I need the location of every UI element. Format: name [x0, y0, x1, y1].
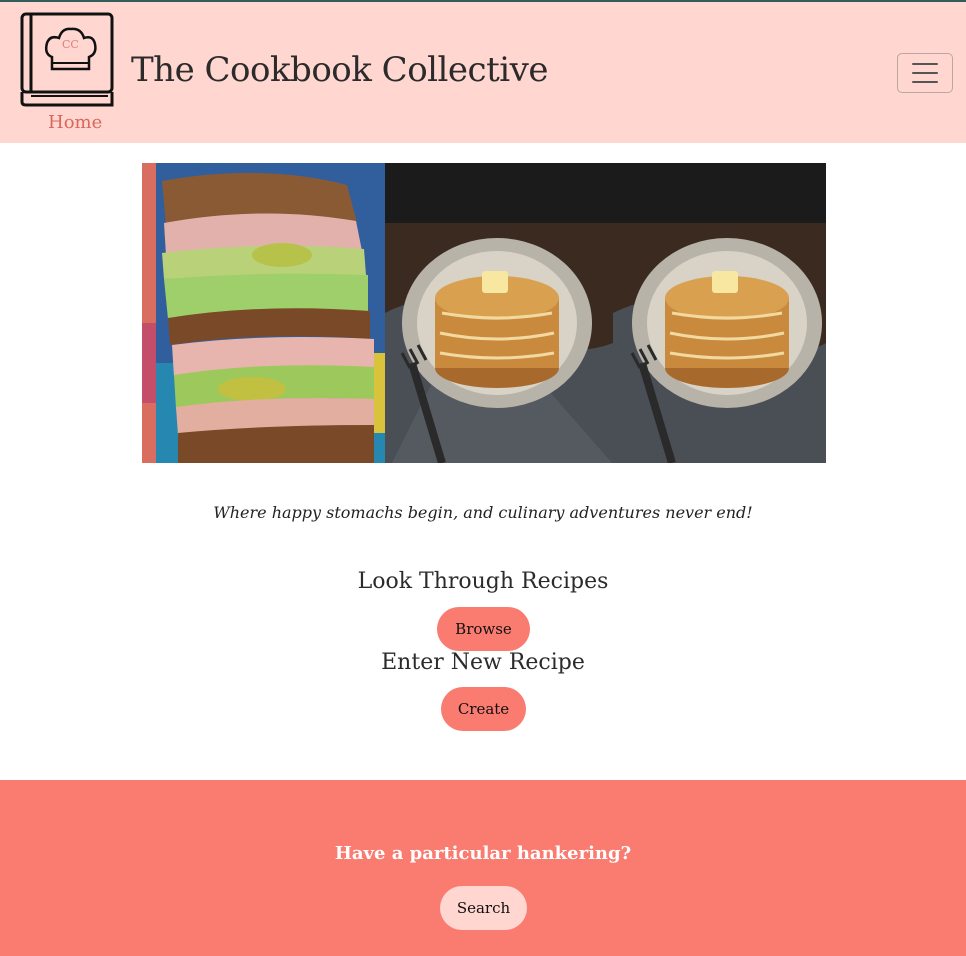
search-band-heading: Have a particular hankering?	[334, 843, 632, 864]
site-title: The Cookbook Collective	[131, 50, 548, 90]
search-band: Have a particular hankering? Search	[0, 780, 966, 956]
cookbook-logo-icon[interactable]: CC	[20, 12, 114, 107]
hero-carousel[interactable]	[142, 163, 826, 463]
pancakes-image-2	[613, 163, 826, 463]
navbar: CC Home The Cookbook Collective	[0, 2, 966, 143]
browse-heading: Look Through Recipes	[357, 569, 609, 594]
browse-button[interactable]: Browse	[437, 607, 530, 651]
pancakes-image	[385, 163, 613, 463]
hamburger-menu-button[interactable]	[897, 53, 953, 93]
sandwich-image	[156, 163, 385, 463]
hamburger-menu-icon	[912, 63, 938, 65]
create-heading: Enter New Recipe	[381, 650, 585, 675]
search-button[interactable]: Search	[440, 886, 527, 930]
logo-initials: CC	[62, 38, 79, 51]
hero-image	[142, 163, 826, 463]
create-button[interactable]: Create	[441, 687, 526, 731]
tagline: Where happy stomachs begin, and culinary…	[213, 503, 753, 522]
home-link[interactable]: Home	[48, 112, 102, 133]
